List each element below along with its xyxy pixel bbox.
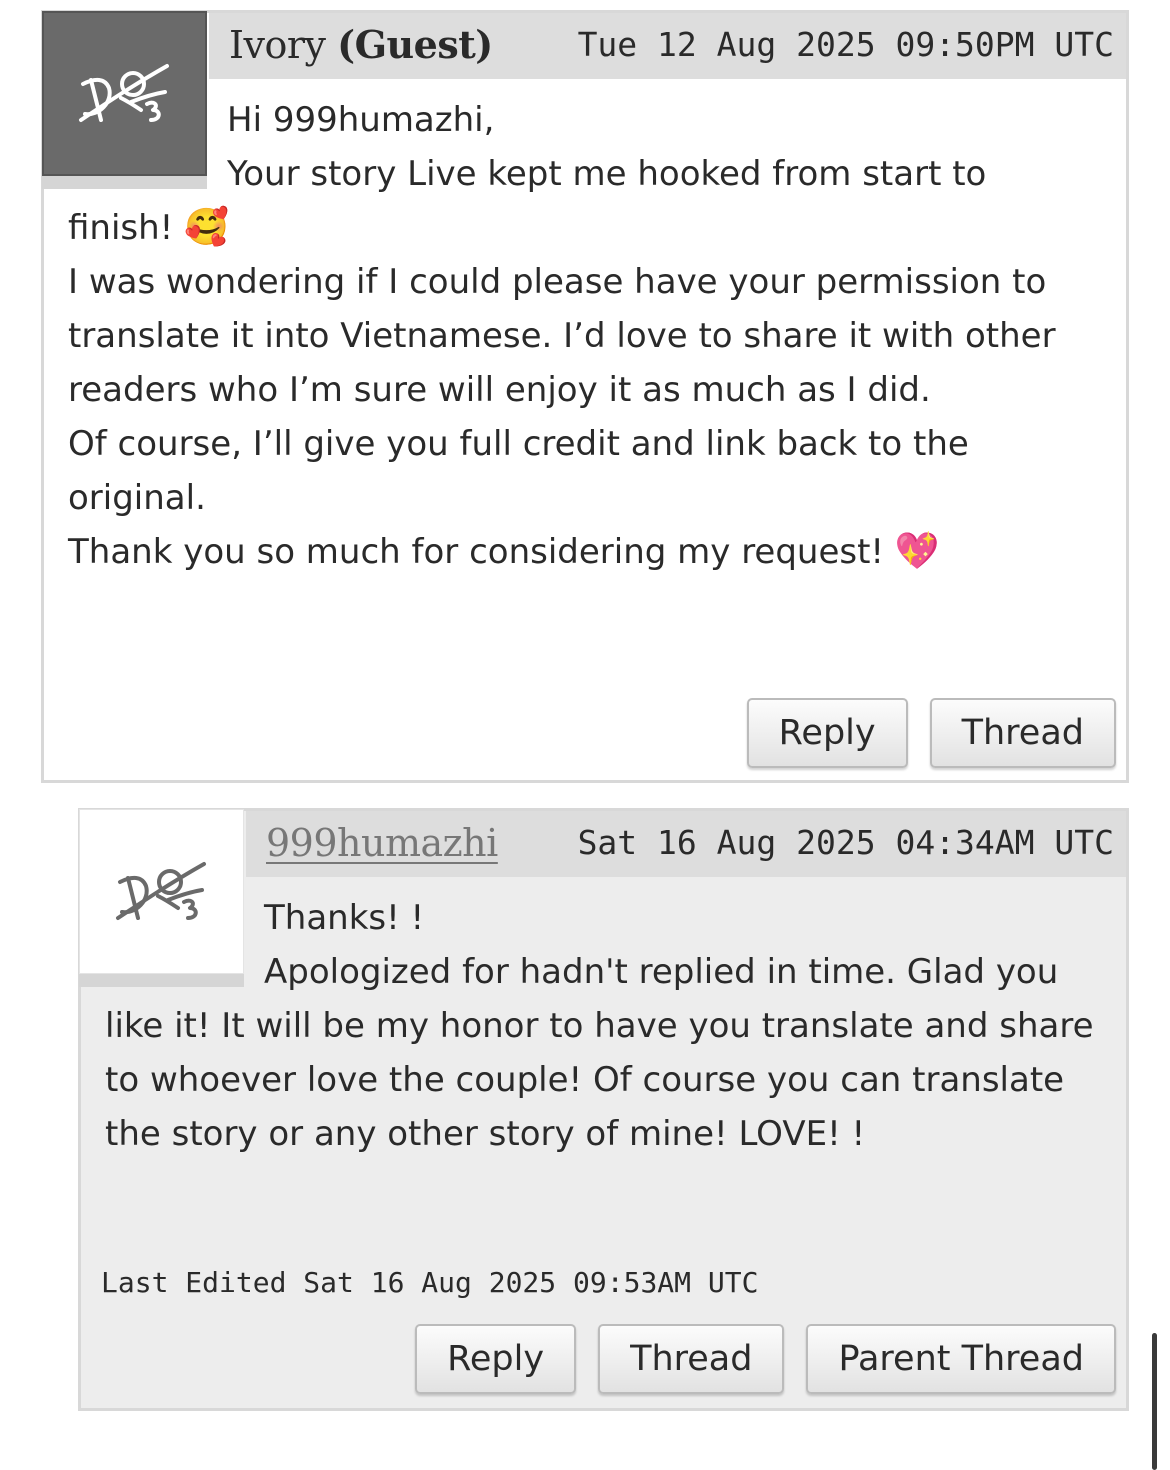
guest-label: (Guest): [337, 22, 493, 67]
default-user-icon[interactable]: [79, 809, 244, 974]
comment-header: Ivory (Guest) Tue 12 Aug 2025 09:50PM UT…: [209, 13, 1126, 79]
comment-line: I was wondering if I could please have y…: [68, 262, 1056, 410]
comment-date: Sat 16 Aug 2025 04:34AM UTC: [577, 823, 1114, 862]
sparkling-heart-icon: 💖: [894, 531, 940, 572]
comment-date: Tue 12 Aug 2025 09:50PM UTC: [577, 25, 1114, 64]
reply-button[interactable]: Reply: [746, 698, 908, 768]
comment-line: Thanks! !: [264, 898, 425, 938]
comment-line-text: Thank you so much for considering my req…: [68, 532, 895, 572]
comment-ivory: Ivory (Guest) Tue 12 Aug 2025 09:50PM UT…: [41, 10, 1129, 783]
reply-button[interactable]: Reply: [415, 1324, 577, 1394]
comment-999humazhi: 999humazhi Sat 16 Aug 2025 04:34AM UTC T…: [78, 808, 1129, 1411]
comment-line: Hi 999humazhi,: [227, 100, 495, 140]
icon-strip: [79, 974, 244, 987]
comment-header: 999humazhi Sat 16 Aug 2025 04:34AM UTC: [246, 811, 1126, 877]
smiling-face-with-hearts-icon: 🥰: [184, 207, 229, 248]
comment-line: Your story Live kept me hooked from star…: [68, 147, 1102, 255]
icon-strip: [42, 176, 207, 189]
scrollbar[interactable]: [1152, 1333, 1157, 1470]
thread-button[interactable]: Thread: [598, 1324, 785, 1394]
comment-actions: Reply Thread Parent Thread: [415, 1324, 1116, 1394]
comment-line: Apologized for hadn't replied in time. G…: [105, 952, 1094, 1154]
last-edited: Last Edited Sat 16 Aug 2025 09:53AM UTC: [101, 1266, 759, 1299]
default-user-icon: [42, 11, 207, 176]
author-name: Ivory: [229, 23, 326, 67]
user-icon-wrapper: [42, 11, 207, 189]
comment-line: Thank you so much for considering my req…: [68, 525, 1102, 579]
author-link[interactable]: 999humazhi: [266, 819, 498, 867]
comment-byline: Ivory (Guest): [229, 21, 493, 69]
comment-line: Of course, I’ll give you full credit and…: [68, 424, 969, 518]
user-icon-wrapper: [79, 809, 244, 987]
thread-button[interactable]: Thread: [929, 698, 1116, 768]
parent-thread-button[interactable]: Parent Thread: [806, 1324, 1116, 1394]
comment-actions: Reply Thread: [746, 698, 1116, 768]
